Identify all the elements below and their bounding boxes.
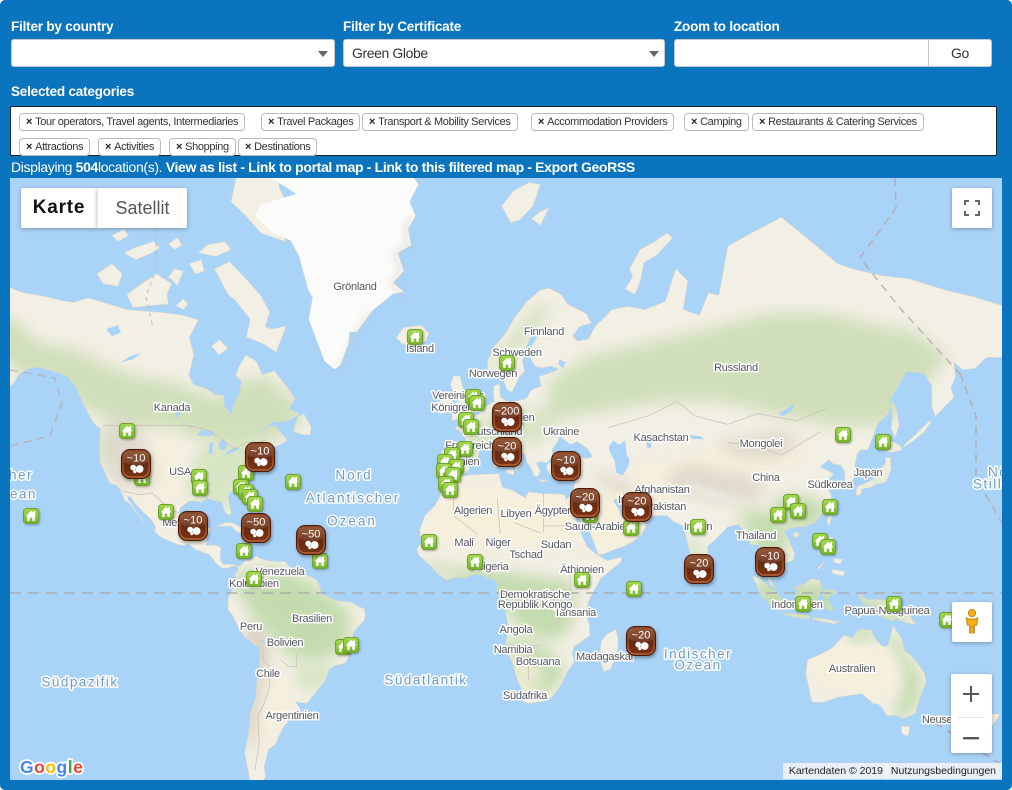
svg-text:Venezuela: Venezuela xyxy=(255,566,305,578)
svg-text:Republik Kongo: Republik Kongo xyxy=(498,599,572,611)
svg-text:~10: ~10 xyxy=(557,455,576,467)
svg-text:Kasachstan: Kasachstan xyxy=(634,432,689,444)
svg-text:~10: ~10 xyxy=(251,446,270,458)
svg-text:Argentinien: Argentinien xyxy=(266,710,319,722)
svg-text:Australien: Australien xyxy=(829,663,876,675)
svg-text:Botsuana: Botsuana xyxy=(516,656,562,668)
svg-text:Stiller Ozean: Stiller Ozean xyxy=(973,477,1002,492)
svg-text:Kanada: Kanada xyxy=(154,402,192,414)
svg-text:Japan: Japan xyxy=(854,467,883,479)
svg-text:Südpazifik: Südpazifik xyxy=(41,675,118,690)
svg-text:~50: ~50 xyxy=(302,529,321,541)
svg-text:Libyen: Libyen xyxy=(501,508,532,520)
svg-text:Mongolei: Mongolei xyxy=(740,438,783,450)
svg-text:licher: licher xyxy=(10,468,33,483)
svg-text:Sudan: Sudan xyxy=(541,539,572,551)
svg-text:Thailand: Thailand xyxy=(736,530,776,542)
svg-text:Südkorea: Südkorea xyxy=(807,479,853,491)
svg-text:Atlantischer: Atlantischer xyxy=(306,491,401,506)
svg-text:~20: ~20 xyxy=(498,441,517,453)
svg-text:Südafrika: Südafrika xyxy=(503,690,548,702)
svg-text:~20: ~20 xyxy=(576,492,595,504)
svg-text:Tschad: Tschad xyxy=(509,549,542,561)
svg-text:~20: ~20 xyxy=(628,496,647,508)
svg-text:Angola: Angola xyxy=(500,624,534,636)
svg-text:Niger: Niger xyxy=(485,537,511,549)
svg-text:~20: ~20 xyxy=(632,630,651,642)
svg-text:Russland: Russland xyxy=(714,362,758,374)
svg-text:Grönland: Grönland xyxy=(333,281,376,293)
svg-text:Ozean: Ozean xyxy=(674,658,721,673)
svg-text:~10: ~10 xyxy=(761,551,780,563)
svg-text:Peru: Peru xyxy=(240,621,262,633)
svg-text:Ägypten: Ägypten xyxy=(535,505,574,517)
svg-text:Chile: Chile xyxy=(256,668,280,680)
svg-text:Nord: Nord xyxy=(335,468,372,483)
svg-text:Algerien: Algerien xyxy=(454,505,492,517)
svg-text:Mali: Mali xyxy=(454,537,473,549)
svg-text:~10: ~10 xyxy=(127,453,146,465)
svg-text:Brasilien: Brasilien xyxy=(292,613,332,625)
svg-text:USA: USA xyxy=(169,466,192,478)
svg-text:Ukraine: Ukraine xyxy=(543,426,579,438)
svg-text:~200: ~200 xyxy=(495,406,520,418)
svg-text:Finnland: Finnland xyxy=(524,326,564,338)
svg-text:China: China xyxy=(752,472,781,484)
svg-text:~20: ~20 xyxy=(690,558,709,570)
svg-text:Bolivien: Bolivien xyxy=(267,637,304,649)
svg-text:Saudi-Arabien: Saudi-Arabien xyxy=(565,521,632,533)
svg-text:Namibia: Namibia xyxy=(494,644,534,656)
svg-text:Südatlantik: Südatlantik xyxy=(384,673,467,688)
svg-text:Google: Google xyxy=(20,757,83,777)
svg-text:Ozean: Ozean xyxy=(10,487,37,502)
svg-text:~50: ~50 xyxy=(247,517,266,529)
svg-text:Ozean: Ozean xyxy=(327,514,377,529)
svg-text:~10: ~10 xyxy=(184,515,203,527)
